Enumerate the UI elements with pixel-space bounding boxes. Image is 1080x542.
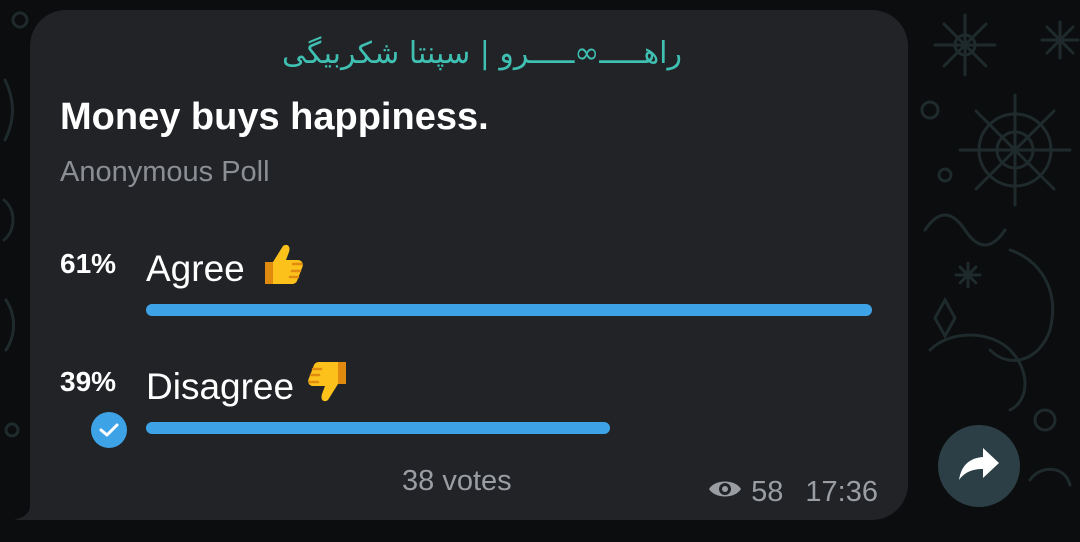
channel-name[interactable]: راهـــــ∞ـــــرو | سپنتا شکربیگی	[282, 36, 682, 71]
option-label: Disagree	[146, 365, 295, 407]
thumbs-up-icon	[257, 240, 305, 297]
votes-count[interactable]: 38 votes	[402, 465, 512, 498]
bar-fill	[146, 422, 611, 434]
thumbs-down-icon	[306, 358, 354, 415]
share-arrow-icon	[957, 446, 1001, 487]
option-percent: 39%	[60, 366, 117, 397]
chosen-checkmark-icon	[91, 412, 127, 448]
share-button[interactable]	[938, 425, 1020, 507]
poll-option-disagree[interactable]: Disagree	[146, 358, 354, 415]
option-result-bar	[146, 304, 872, 316]
poll-type-label: Anonymous Poll	[60, 156, 270, 188]
message-meta: 58 17:36	[707, 476, 878, 509]
message-time: 17:36	[805, 476, 878, 508]
view-count: 58	[751, 476, 784, 508]
option-result-bar	[146, 422, 872, 434]
poll-question: Money buys happiness.	[60, 96, 489, 138]
option-label: Agree	[146, 247, 245, 289]
eye-icon	[707, 476, 743, 509]
bar-fill	[146, 304, 872, 316]
poll-option-agree[interactable]: Agree	[146, 240, 305, 297]
option-percent: 61%	[60, 248, 117, 279]
